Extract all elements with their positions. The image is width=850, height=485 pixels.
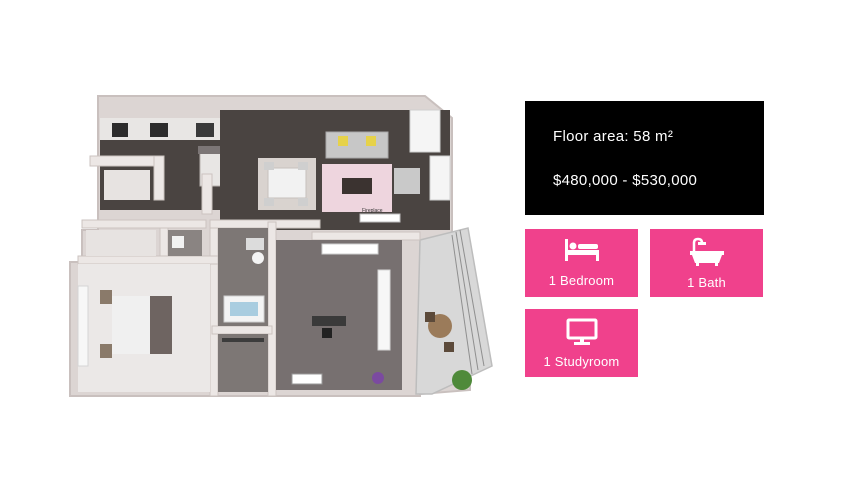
info-box: Floor area: 58 m² $480,000 - $530,000 bbox=[525, 101, 764, 215]
monitor-icon bbox=[565, 317, 599, 352]
bath-label: 1 Bath bbox=[687, 275, 726, 290]
studyroom-tile: 1 Studyroom bbox=[525, 309, 638, 377]
bed-icon bbox=[563, 237, 601, 268]
floor-area-text: Floor area: 58 m² bbox=[553, 128, 674, 145]
bath-tile: 1 Bath bbox=[650, 229, 763, 297]
studyroom-label: 1 Studyroom bbox=[543, 354, 620, 369]
floor-plan-illustration: Fireplace bbox=[69, 95, 493, 397]
bedroom-label: 1 Bedroom bbox=[548, 273, 615, 288]
bedroom-tile: 1 Bedroom bbox=[525, 229, 638, 297]
bathtub-icon bbox=[688, 237, 726, 272]
price-range-text: $480,000 - $530,000 bbox=[553, 172, 698, 189]
fireplace-label: Fireplace bbox=[362, 208, 383, 214]
